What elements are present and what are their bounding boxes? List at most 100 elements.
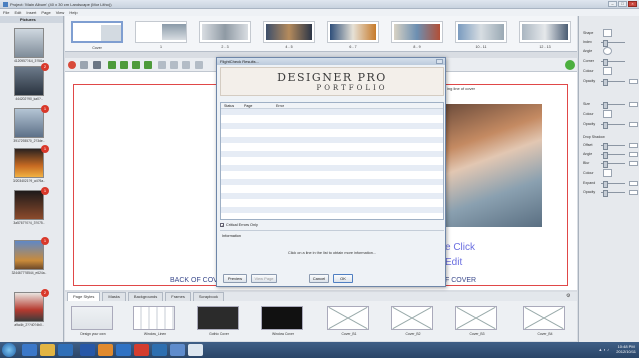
ie-icon[interactable]	[22, 344, 37, 356]
picture-item[interactable]: 1 3917293570_2?3de..	[6, 105, 52, 143]
picture-item[interactable]: 2 444202?90_ka0?..	[6, 63, 52, 101]
corner-slider[interactable]	[601, 59, 625, 66]
picture-item[interactable]: 1 3244677?8544_e624a..	[6, 237, 52, 275]
colour-swatch[interactable]	[603, 110, 612, 118]
size-slider[interactable]	[601, 102, 625, 109]
template-thumbnail[interactable]: Cover_B4	[523, 306, 565, 336]
template-thumbnail[interactable]: Design your own	[71, 306, 113, 336]
opacity-slider[interactable]	[601, 79, 625, 86]
template-thumbnail[interactable]: Gothic Cover	[197, 306, 239, 336]
word-icon[interactable]	[80, 344, 95, 356]
colour-swatch[interactable]	[603, 169, 612, 177]
picture-item[interactable]: 2 a9a4b_2??40?4b0..	[6, 289, 52, 327]
rotate-left-icon[interactable]	[108, 61, 116, 69]
picture-thumbnail[interactable]: 1	[14, 187, 49, 220]
ok-button[interactable]: OK	[333, 274, 353, 283]
opacity-slider[interactable]	[601, 190, 625, 197]
clock[interactable]: 10:48 PM 2012/10/11	[616, 344, 636, 354]
offset-slider[interactable]	[601, 143, 625, 150]
photoshop-icon[interactable]	[152, 344, 167, 356]
angle-dial[interactable]	[603, 47, 612, 55]
expand-slider[interactable]	[601, 181, 625, 188]
size-value[interactable]	[629, 102, 638, 107]
picture-thumbnail[interactable]: 1	[14, 145, 49, 178]
opacity-value[interactable]	[629, 122, 638, 127]
blur-slider[interactable]	[601, 161, 625, 168]
flip-icon[interactable]	[132, 61, 140, 69]
preview-button[interactable]: Preview	[223, 274, 247, 283]
minimize-button[interactable]: –	[608, 1, 617, 7]
menu-file[interactable]: File	[3, 9, 9, 16]
checkbox-box[interactable]: ✓	[220, 223, 224, 228]
template-thumbnail[interactable]: Cover_B1	[327, 306, 369, 336]
menu-insert[interactable]: Insert	[26, 9, 36, 16]
spread-thumbnail[interactable]: 6 - 7	[327, 21, 379, 49]
template-thumbnail[interactable]: Window_Linen	[133, 306, 175, 336]
critical-errors-checkbox[interactable]: ✓ Critical Errors Only	[220, 223, 258, 228]
opacity-value[interactable]	[629, 190, 638, 195]
explorer-icon[interactable]	[40, 344, 55, 356]
picture-thumbnail[interactable]: 1	[14, 237, 49, 270]
rotate-right-icon[interactable]	[120, 61, 128, 69]
click-to-edit-text[interactable]: e Click Edit	[445, 240, 475, 270]
shape-picker[interactable]	[603, 29, 612, 37]
media-icon[interactable]	[58, 344, 73, 356]
menu-help[interactable]: Help	[69, 9, 77, 16]
colour-swatch[interactable]	[603, 67, 612, 75]
list-item[interactable]	[221, 165, 443, 172]
list-item[interactable]	[221, 193, 443, 200]
template-thumbnail[interactable]: Cover_B2	[391, 306, 433, 336]
list-item[interactable]	[221, 207, 443, 214]
list-item[interactable]	[221, 179, 443, 186]
system-tray-icon[interactable]: ▲ ◐ ♪	[598, 347, 609, 352]
list-item[interactable]	[221, 186, 443, 193]
picture-item[interactable]: 1 3a5767?0?4_3?075..	[6, 187, 52, 225]
delete-icon[interactable]	[68, 61, 76, 69]
blur-value[interactable]	[629, 161, 638, 166]
dialog-close-button[interactable]	[436, 59, 443, 64]
spread-thumbnail[interactable]: 2 - 3	[199, 21, 251, 49]
view-page-button[interactable]: View Page	[251, 274, 277, 283]
tab-masks[interactable]: Masks	[102, 292, 126, 301]
spread-thumbnail[interactable]: 1	[135, 21, 187, 49]
angle-slider[interactable]	[601, 152, 625, 159]
globe-icon[interactable]	[116, 344, 131, 356]
template-thumbnail[interactable]: Window Cover	[261, 306, 303, 336]
template-thumbnail[interactable]: Cover_B3	[455, 306, 497, 336]
picture-thumbnail[interactable]: 2	[14, 289, 49, 322]
frame-tool-icon[interactable]	[195, 61, 203, 69]
app-icon[interactable]	[170, 344, 185, 356]
angle-value[interactable]	[629, 152, 638, 157]
settings-gear-icon[interactable]: ⚙	[566, 293, 574, 300]
list-item[interactable]	[221, 151, 443, 158]
expand-value[interactable]	[629, 181, 638, 186]
save-icon[interactable]	[93, 61, 101, 69]
zoom-icon[interactable]	[170, 61, 178, 69]
tab-backgrounds[interactable]: Backgrounds	[127, 292, 164, 301]
list-item[interactable]	[221, 130, 443, 137]
menu-view[interactable]: View	[56, 9, 65, 16]
opacity-value[interactable]	[629, 79, 638, 84]
tab-frames[interactable]: Frames	[165, 292, 191, 301]
close-window-button[interactable]: ×	[628, 1, 637, 7]
spread-thumbnail[interactable]: 10 - 11	[455, 21, 507, 49]
picture-item[interactable]: 1 3/2034021?9_a4?5a..	[6, 145, 52, 183]
tab-scrapbook[interactable]: Scrapbook	[192, 292, 224, 301]
picture-thumbnail[interactable]: 2	[14, 63, 49, 96]
start-button[interactable]	[2, 343, 16, 357]
picture-thumbnail[interactable]: 1	[14, 105, 49, 138]
chrome-icon[interactable]	[134, 344, 149, 356]
mirror-icon[interactable]	[144, 61, 152, 69]
picture-item[interactable]: 4120957?&4_3?5&a	[6, 28, 52, 63]
drop-shadow-toggle[interactable]: Drop Shadow	[583, 135, 605, 139]
spread-thumbnail[interactable]: 12 - 13	[519, 21, 571, 49]
list-item[interactable]	[221, 123, 443, 130]
results-list[interactable]: Status Page Error	[220, 102, 444, 220]
list-item[interactable]	[221, 144, 443, 151]
list-item[interactable]	[221, 116, 443, 123]
index-slider[interactable]	[601, 40, 625, 47]
column-page[interactable]: Page	[241, 103, 273, 108]
offset-value[interactable]	[629, 143, 638, 148]
list-item[interactable]	[221, 158, 443, 165]
crop-icon[interactable]	[158, 61, 166, 69]
